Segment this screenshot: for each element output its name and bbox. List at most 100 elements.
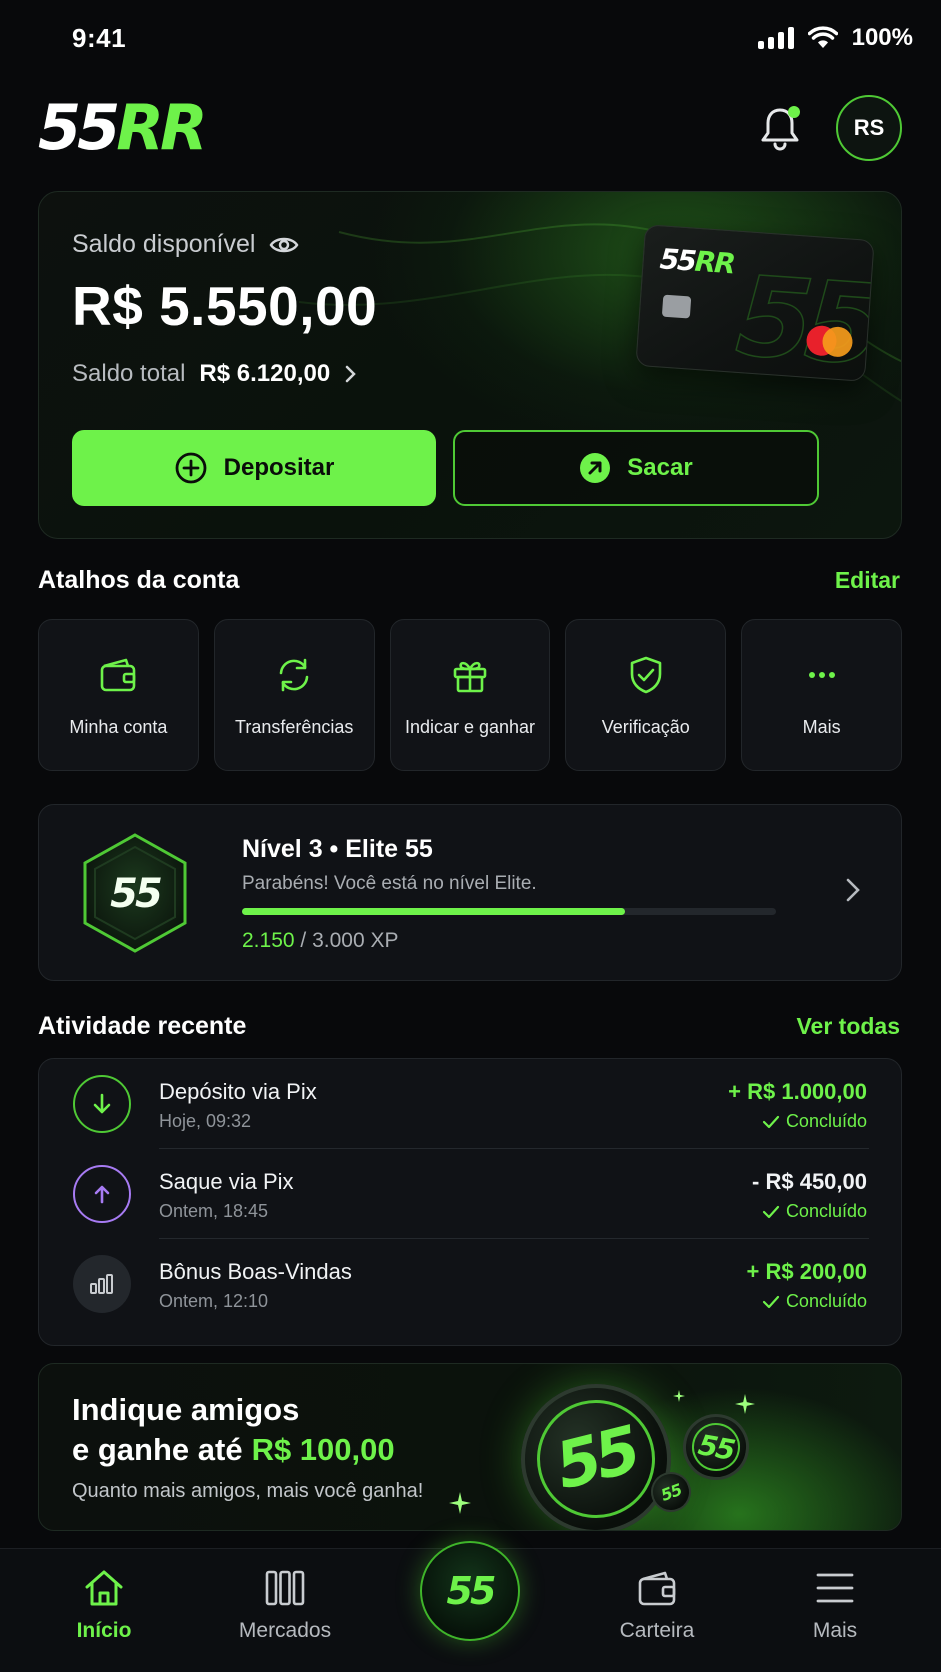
shortcut-indicar-ganhar[interactable]: Indicar e ganhar	[389, 619, 551, 771]
shortcuts-title: Atalhos da conta	[38, 566, 240, 594]
shortcut-label: Verificação	[601, 716, 690, 737]
total-balance-value: R$ 6.120,00	[199, 360, 331, 387]
xp-total: / 3.000 XP	[300, 929, 399, 952]
check-icon	[762, 1115, 780, 1128]
gift-icon	[453, 661, 487, 692]
withdraw-label: Sacar	[627, 454, 693, 481]
chevron-right-icon	[846, 878, 860, 902]
activity-item[interactable]: Saque via Pix Ontem, 18:45 - R$ 450,00 C…	[39, 1149, 903, 1239]
nav-mais[interactable]: Mais	[760, 1567, 910, 1643]
shortcut-label: Indicar e ganhar	[404, 716, 536, 737]
nav-inicio[interactable]: Início	[29, 1567, 179, 1643]
avatar[interactable]: RS	[836, 95, 902, 161]
withdraw-arrow-icon	[580, 453, 611, 483]
activity-title: Saque via Pix	[159, 1169, 294, 1194]
chevron-right-icon	[345, 365, 356, 383]
notifications-button[interactable]	[758, 104, 802, 152]
activity-item[interactable]: Depósito via Pix Hoje, 09:32 + R$ 1.000,…	[39, 1059, 903, 1149]
more-icon	[808, 671, 835, 678]
promo-title-line1: Indique amigos	[72, 1392, 300, 1427]
shortcut-label: Mais	[802, 716, 841, 737]
activity-time: Ontem, 12:10	[159, 1291, 269, 1311]
activity-time: Ontem, 18:45	[159, 1201, 269, 1221]
activity-header: Atividade recente Ver todas	[38, 1012, 900, 1041]
withdraw-button[interactable]: Sacar	[453, 430, 819, 506]
nav-center-55-button[interactable]: 55	[420, 1541, 520, 1641]
card-chip	[661, 294, 692, 319]
balance-card: Saldo disponível R$ 5.550,00 Saldo total…	[38, 191, 902, 539]
shortcut-label: Transferências	[235, 716, 354, 737]
activity-amount: - R$ 450,00	[752, 1169, 867, 1194]
promo-title-line2: e ganhe até R$ 100,00	[72, 1432, 395, 1467]
edit-shortcuts-link[interactable]: Editar	[835, 567, 900, 594]
shortcut-mais[interactable]: Mais	[741, 619, 902, 771]
svg-text:55: 55	[110, 871, 161, 917]
xp-progress-bar	[242, 908, 776, 915]
balance-label-row: Saldo disponível	[72, 230, 299, 259]
home-icon	[85, 1570, 123, 1606]
notification-badge	[788, 106, 800, 118]
activity-title: Atividade recente	[38, 1012, 247, 1040]
app-header: 55RR RS	[38, 92, 902, 164]
sparkle-icon	[673, 1390, 685, 1402]
deposit-button[interactable]: Depositar	[72, 430, 436, 506]
status-time: 9:41	[72, 22, 127, 53]
shortcut-verificacao[interactable]: Verificação	[565, 619, 727, 771]
chart-icon	[73, 1255, 131, 1313]
brand-logo[interactable]: 55RR	[38, 97, 208, 159]
level-badge: 55	[83, 833, 187, 953]
eye-icon[interactable]	[269, 235, 299, 255]
status-bar: 9:41 100%	[0, 0, 941, 76]
shortcuts-grid: Minha conta Transferências Indicar e gan…	[38, 619, 902, 771]
wallet-icon	[638, 1571, 676, 1606]
sparkle-icon	[449, 1492, 471, 1514]
shortcuts-header: Atalhos da conta Editar	[38, 566, 900, 595]
activity-title: Bônus Boas-Vindas	[159, 1259, 352, 1284]
promo-subtitle: Quanto mais amigos, mais você ganha!	[72, 1480, 424, 1502]
menu-icon	[816, 1573, 854, 1603]
refresh-icon	[279, 658, 309, 691]
shield-check-icon	[630, 656, 662, 693]
check-icon	[762, 1295, 780, 1308]
wifi-icon	[807, 26, 838, 48]
referral-promo-banner[interactable]: Indique amigos e ganhe até R$ 100,00 Quan…	[38, 1363, 902, 1531]
activity-title: Depósito via Pix	[159, 1079, 317, 1104]
activity-amount: + R$ 200,00	[746, 1259, 867, 1284]
status-indicators: 100%	[757, 24, 913, 52]
card-logo: 55RR	[658, 242, 735, 281]
xp-current: 2.150	[242, 929, 295, 952]
arrow-down-icon	[73, 1075, 131, 1133]
level-title: Nível 3 • Elite 55	[242, 835, 433, 863]
activity-time: Hoje, 09:32	[159, 1111, 252, 1131]
coin-medium-image: 55	[677, 1408, 755, 1486]
total-balance-label: Saldo total	[72, 360, 186, 387]
balance-label: Saldo disponível	[72, 230, 256, 258]
shortcut-transferencias[interactable]: Transferências	[213, 619, 375, 771]
nav-label: Mercados	[238, 1619, 332, 1642]
arrow-up-icon	[73, 1165, 131, 1223]
xp-text: 2.150 / 3.000 XP	[242, 929, 398, 953]
check-icon	[762, 1205, 780, 1218]
plus-circle-icon	[175, 452, 207, 484]
card-watermark: 55	[732, 251, 875, 382]
activity-status: Concluído	[762, 1201, 867, 1222]
signal-icon	[757, 27, 794, 49]
activity-status: Concluído	[762, 1111, 867, 1132]
nav-label: Mais	[812, 1619, 858, 1642]
activity-list: Depósito via Pix Hoje, 09:32 + R$ 1.000,…	[38, 1058, 902, 1346]
activity-amount: + R$ 1.000,00	[728, 1079, 867, 1104]
deposit-label: Depositar	[223, 454, 335, 481]
markets-icon	[265, 1570, 305, 1606]
credit-card-image: 55 55RR	[635, 224, 875, 382]
level-card[interactable]: 55 Nível 3 • Elite 55 Parabéns! Você est…	[38, 804, 902, 981]
nav-mercados[interactable]: Mercados	[210, 1567, 360, 1643]
battery-text: 100%	[851, 24, 913, 51]
see-all-link[interactable]: Ver todas	[796, 1013, 900, 1040]
shortcut-minha-conta[interactable]: Minha conta	[38, 619, 199, 771]
nav-carteira[interactable]: Carteira	[582, 1567, 732, 1643]
nav-label: Início	[76, 1619, 132, 1642]
activity-item[interactable]: Bônus Boas-Vindas Ontem, 12:10 + R$ 200,…	[39, 1239, 903, 1329]
sparkle-icon	[735, 1394, 755, 1414]
total-balance-link[interactable]: Saldo total R$ 6.120,00	[72, 360, 358, 388]
shortcut-label: Minha conta	[69, 716, 168, 737]
